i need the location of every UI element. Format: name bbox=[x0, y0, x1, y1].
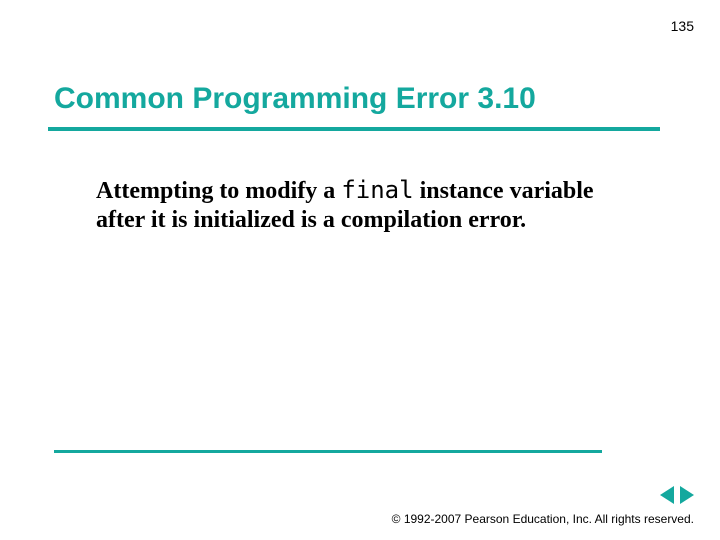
code-keyword: final bbox=[341, 176, 413, 204]
prev-arrow-icon[interactable] bbox=[660, 486, 674, 504]
slide: 135 Common Programming Error 3.10 Attemp… bbox=[0, 0, 720, 540]
body-prefix: Attempting to modify a bbox=[96, 178, 341, 204]
next-arrow-icon[interactable] bbox=[680, 486, 694, 504]
body-paragraph: Attempting to modify a final instance va… bbox=[96, 176, 616, 236]
top-divider bbox=[48, 127, 660, 131]
page-number: 135 bbox=[671, 18, 694, 34]
bottom-divider bbox=[54, 450, 602, 453]
nav-arrows bbox=[660, 486, 694, 504]
copyright-text: © 1992-2007 Pearson Education, Inc. All … bbox=[392, 512, 694, 526]
slide-title: Common Programming Error 3.10 bbox=[54, 82, 536, 116]
